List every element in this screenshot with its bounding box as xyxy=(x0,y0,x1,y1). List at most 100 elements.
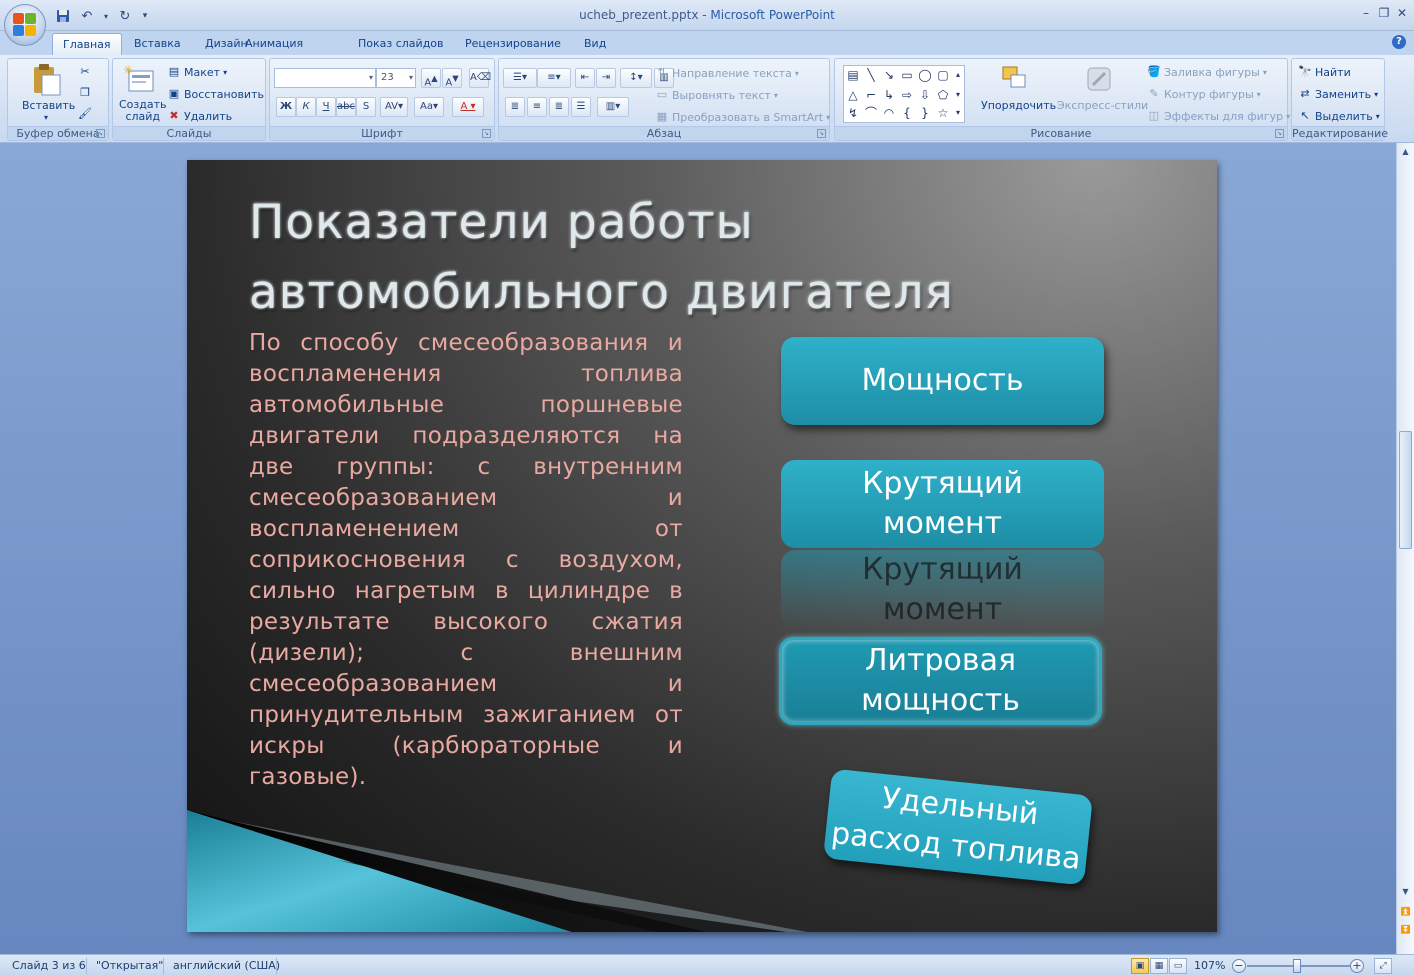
align-right-icon[interactable]: ≣ xyxy=(549,97,569,117)
numbering-icon[interactable]: ≡▾ xyxy=(537,68,571,88)
star-shape-icon[interactable]: ☆ xyxy=(934,104,952,122)
language-indicator[interactable]: английский (США) xyxy=(173,959,280,972)
new-slide-button[interactable]: Создать слайд xyxy=(119,99,167,123)
line-spacing-icon[interactable]: ↕▾ xyxy=(620,68,652,88)
align-center-icon[interactable]: ≡ xyxy=(527,97,547,117)
font-color-icon[interactable]: A ▾ xyxy=(452,97,484,117)
clear-format-icon[interactable]: A⌫ xyxy=(469,68,491,88)
slide-sorter-icon[interactable]: ▦ xyxy=(1150,958,1168,974)
slide-body-text[interactable]: По способу смесеобразования и воспламене… xyxy=(249,328,683,793)
triangle-shape-icon[interactable]: △ xyxy=(844,86,862,104)
pentagon-shape-icon[interactable]: ⬠ xyxy=(934,86,952,104)
shape-outline-button[interactable]: ✎ Контур фигуры ▾ xyxy=(1147,87,1260,101)
decrease-indent-icon[interactable]: ⇤ xyxy=(575,68,595,88)
zoom-slider-thumb[interactable] xyxy=(1293,959,1301,973)
minimize-icon[interactable]: – xyxy=(1356,4,1376,22)
align-text-button[interactable]: ▭ Выровнять текст ▾ xyxy=(655,88,778,102)
slide-title[interactable]: Показатели работы автомобильного двигате… xyxy=(249,188,1149,328)
elbow-arrow-icon[interactable]: ↳ xyxy=(880,86,898,104)
fit-to-window-icon[interactable]: ⤢ xyxy=(1374,958,1392,974)
reset-button[interactable]: ▣ Восстановить xyxy=(167,87,264,101)
zoom-out-icon[interactable]: − xyxy=(1232,959,1246,973)
vertical-scrollbar[interactable]: ▲ ▼ ⏫ ⏬ xyxy=(1396,143,1414,954)
shapes-scroll-down-icon[interactable]: ▾ xyxy=(952,86,964,104)
quick-styles-button[interactable]: Экспресс-стили xyxy=(1057,99,1148,112)
arrow-shape-icon[interactable]: ↘ xyxy=(880,66,898,84)
text-direction-button[interactable]: ⇅ Направление текста ▾ xyxy=(655,66,798,80)
shapes-scroll-up-icon[interactable]: ▴ xyxy=(952,66,964,84)
delete-slide-button[interactable]: ✖ Удалить xyxy=(167,109,232,123)
copy-icon[interactable]: ❐ xyxy=(78,86,92,100)
tab-animation[interactable]: Анимация xyxy=(235,33,313,55)
text-columns-icon[interactable]: ▥▾ xyxy=(597,97,629,117)
tab-slideshow[interactable]: Показ слайдов xyxy=(348,33,454,55)
shape-power[interactable]: Мощность xyxy=(781,337,1104,425)
format-painter-icon[interactable]: 🖌 xyxy=(78,107,92,121)
textbox-shape-icon[interactable]: ▤ xyxy=(844,66,862,84)
tab-insert[interactable]: Вставка xyxy=(124,33,191,55)
oval-shape-icon[interactable]: ◯ xyxy=(916,66,934,84)
scroll-down-icon[interactable]: ▼ xyxy=(1399,885,1412,899)
char-spacing-icon[interactable]: AV▾ xyxy=(380,97,408,117)
close-icon[interactable]: ✕ xyxy=(1392,4,1412,22)
shrink-font-icon[interactable]: A▼ xyxy=(442,68,462,88)
underline-icon[interactable]: Ч xyxy=(316,97,336,117)
zoom-level[interactable]: 107% xyxy=(1194,959,1225,972)
tab-view[interactable]: Вид xyxy=(574,33,616,55)
drawing-launcher-icon[interactable]: ↘ xyxy=(1275,129,1284,138)
shape-effects-button[interactable]: ◫ Эффекты для фигур ▾ xyxy=(1147,109,1290,123)
shapes-more-icon[interactable]: ▾ xyxy=(952,104,964,122)
smartart-button[interactable]: ▦ Преобразовать в SmartArt ▾ xyxy=(655,110,830,124)
font-name-combo[interactable]: ▾ xyxy=(274,68,376,88)
rounded-rect-shape-icon[interactable]: ▢ xyxy=(934,66,952,84)
curve-shape-icon[interactable]: ⌒ xyxy=(862,104,880,122)
layout-button[interactable]: ▤ Макет ▾ xyxy=(167,65,227,79)
slide-canvas[interactable]: Показатели работы автомобильного двигате… xyxy=(187,160,1217,932)
tab-home[interactable]: Главная xyxy=(52,33,122,55)
bold-icon[interactable]: Ж xyxy=(276,97,296,117)
shape-liter-power[interactable]: Литровая мощность xyxy=(779,637,1102,725)
elbow-connector-icon[interactable]: ⌐ xyxy=(862,86,880,104)
bullets-icon[interactable]: ☰▾ xyxy=(503,68,537,88)
paragraph-launcher-icon[interactable]: ↘ xyxy=(817,129,826,138)
rectangle-shape-icon[interactable]: ▭ xyxy=(898,66,916,84)
right-brace-icon[interactable]: } xyxy=(916,104,934,122)
office-button[interactable] xyxy=(4,4,46,46)
align-left-icon[interactable]: ≣ xyxy=(505,97,525,117)
strikethrough-icon[interactable]: abc xyxy=(336,97,356,117)
change-case-icon[interactable]: Aa▾ xyxy=(414,97,444,117)
find-button[interactable]: 🔭 Найти xyxy=(1298,65,1351,79)
paste-dropdown-icon[interactable]: ▾ xyxy=(44,113,48,122)
zoom-slider-track[interactable] xyxy=(1247,965,1355,967)
theme-name[interactable]: "Открытая" xyxy=(96,959,163,972)
italic-icon[interactable]: К xyxy=(296,97,316,117)
scroll-up-icon[interactable]: ▲ xyxy=(1399,145,1412,159)
help-icon[interactable]: ? xyxy=(1392,35,1406,49)
select-button[interactable]: ↖ Выделить ▾ xyxy=(1298,109,1379,123)
grow-font-icon[interactable]: A▲ xyxy=(421,68,441,88)
scrollbar-thumb[interactable] xyxy=(1399,431,1412,549)
paste-button[interactable]: Вставить xyxy=(22,99,75,112)
next-slide-icon[interactable]: ⏬ xyxy=(1399,923,1412,937)
font-size-combo[interactable]: 23 ▾ xyxy=(376,68,416,88)
slideshow-view-icon[interactable]: ▭ xyxy=(1169,958,1187,974)
bent-arrow-icon[interactable]: ↯ xyxy=(844,104,862,122)
right-arrow-shape-icon[interactable]: ⇨ xyxy=(898,86,916,104)
shape-fill-button[interactable]: 🪣 Заливка фигуры ▾ xyxy=(1147,65,1267,79)
increase-indent-icon[interactable]: ⇥ xyxy=(596,68,616,88)
replace-button[interactable]: ⇄ Заменить ▾ xyxy=(1298,87,1378,101)
restore-icon[interactable]: ❐ xyxy=(1374,4,1394,22)
shapes-gallery[interactable]: ▤ ╲ ↘ ▭ ◯ ▢ △ ⌐ ↳ ⇨ ⇩ ⬠ ↯ ⌒ ◠ { } ☆ ▴ ▾ … xyxy=(843,65,965,123)
normal-view-icon[interactable]: ▣ xyxy=(1131,958,1149,974)
zoom-in-icon[interactable]: + xyxy=(1350,959,1364,973)
clipboard-launcher-icon[interactable]: ↘ xyxy=(96,129,105,138)
justify-icon[interactable]: ☰ xyxy=(571,97,591,117)
cut-icon[interactable]: ✂ xyxy=(78,65,92,79)
line-shape-icon[interactable]: ╲ xyxy=(862,66,880,84)
arc-shape-icon[interactable]: ◠ xyxy=(880,104,898,122)
down-arrow-shape-icon[interactable]: ⇩ xyxy=(916,86,934,104)
arrange-button[interactable]: Упорядочить xyxy=(981,99,1056,112)
left-brace-icon[interactable]: { xyxy=(898,104,916,122)
shadow-icon[interactable]: S xyxy=(356,97,376,117)
shape-torque[interactable]: Крутящий момент xyxy=(781,460,1104,548)
